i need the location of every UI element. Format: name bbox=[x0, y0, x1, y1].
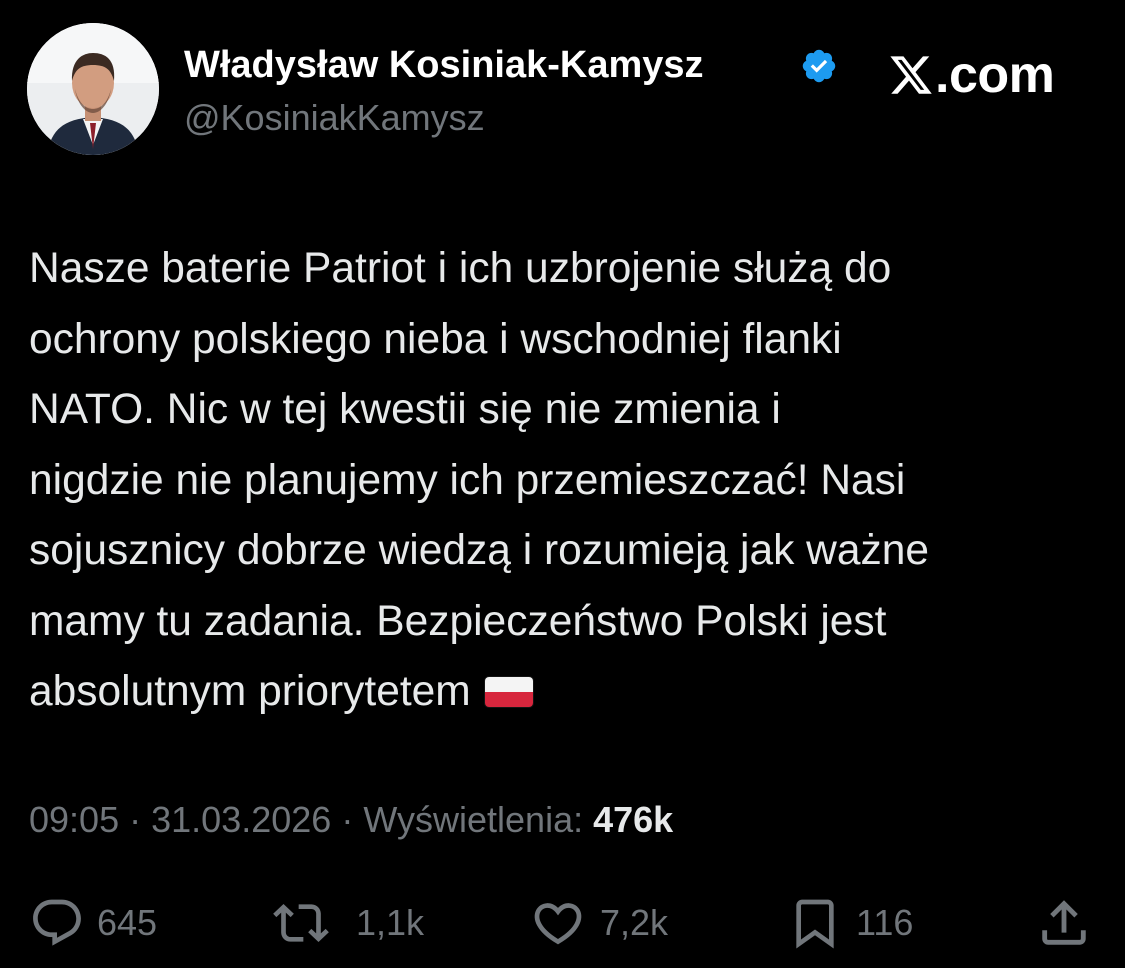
user-handle[interactable]: @KosiniakKamysz bbox=[184, 96, 485, 140]
repost-count: 1,1k bbox=[356, 902, 425, 943]
display-name[interactable]: Władysław Kosiniak-Kamysz bbox=[184, 42, 704, 88]
bookmark-button[interactable]: 116 bbox=[786, 893, 913, 953]
avatar-photo bbox=[27, 23, 159, 155]
meta-separator: · bbox=[129, 799, 142, 840]
avatar[interactable] bbox=[27, 23, 159, 155]
verified-badge-icon bbox=[802, 49, 836, 83]
tweet-line: mamy tu zadania. Bezpieczeństwo Polski j… bbox=[29, 597, 887, 645]
tweet-time[interactable]: 09:05 bbox=[29, 799, 119, 840]
repost-icon bbox=[273, 904, 329, 942]
views-count: 476k bbox=[593, 799, 674, 840]
meta-separator: · bbox=[341, 799, 354, 840]
views-label: Wyświetlenia: bbox=[363, 799, 584, 840]
like-count: 7,2k bbox=[600, 902, 669, 943]
reply-count: 645 bbox=[97, 902, 158, 943]
bookmark-count: 116 bbox=[856, 902, 914, 943]
brand-text: .com bbox=[935, 46, 1055, 104]
reply-icon bbox=[33, 899, 81, 946]
share-icon bbox=[1042, 900, 1086, 945]
like-button[interactable]: 7,2k bbox=[528, 893, 668, 953]
tweet-meta: 09:05 · 31.03.2026 · Wyświetlenia: 476k bbox=[29, 797, 673, 843]
heart-icon bbox=[534, 903, 582, 945]
tweet-line: ochrony polskiego nieba i wschodniej fla… bbox=[29, 315, 842, 363]
tweet-line: NATO. Nic w tej kwestii się nie zmienia … bbox=[29, 386, 781, 433]
x-logo-icon bbox=[890, 56, 932, 94]
poland-flag-icon bbox=[484, 677, 533, 707]
share-button[interactable] bbox=[1035, 893, 1093, 953]
tweet-line-last: absolutnym priorytetem bbox=[29, 657, 1109, 728]
repost-button[interactable]: 1,1k bbox=[272, 893, 424, 953]
tweet-line-text: absolutnym priorytetem bbox=[29, 668, 471, 715]
tweet-line: sojusznicy dobrze wiedzą i rozumieją jak… bbox=[29, 527, 929, 574]
tweet-line: Nasze baterie Patriot i ich uzbrojenie s… bbox=[29, 245, 892, 292]
bookmark-icon bbox=[796, 899, 834, 949]
tweet-text: Nasze baterie Patriot i ich uzbrojenie s… bbox=[29, 234, 1109, 728]
tweet-line: nigdzie nie planujemy ich przemieszczać!… bbox=[29, 456, 906, 504]
brand-watermark: .com bbox=[888, 44, 1055, 106]
reply-button[interactable]: 645 bbox=[29, 893, 157, 953]
tweet-date[interactable]: 31.03.2026 bbox=[151, 799, 331, 840]
